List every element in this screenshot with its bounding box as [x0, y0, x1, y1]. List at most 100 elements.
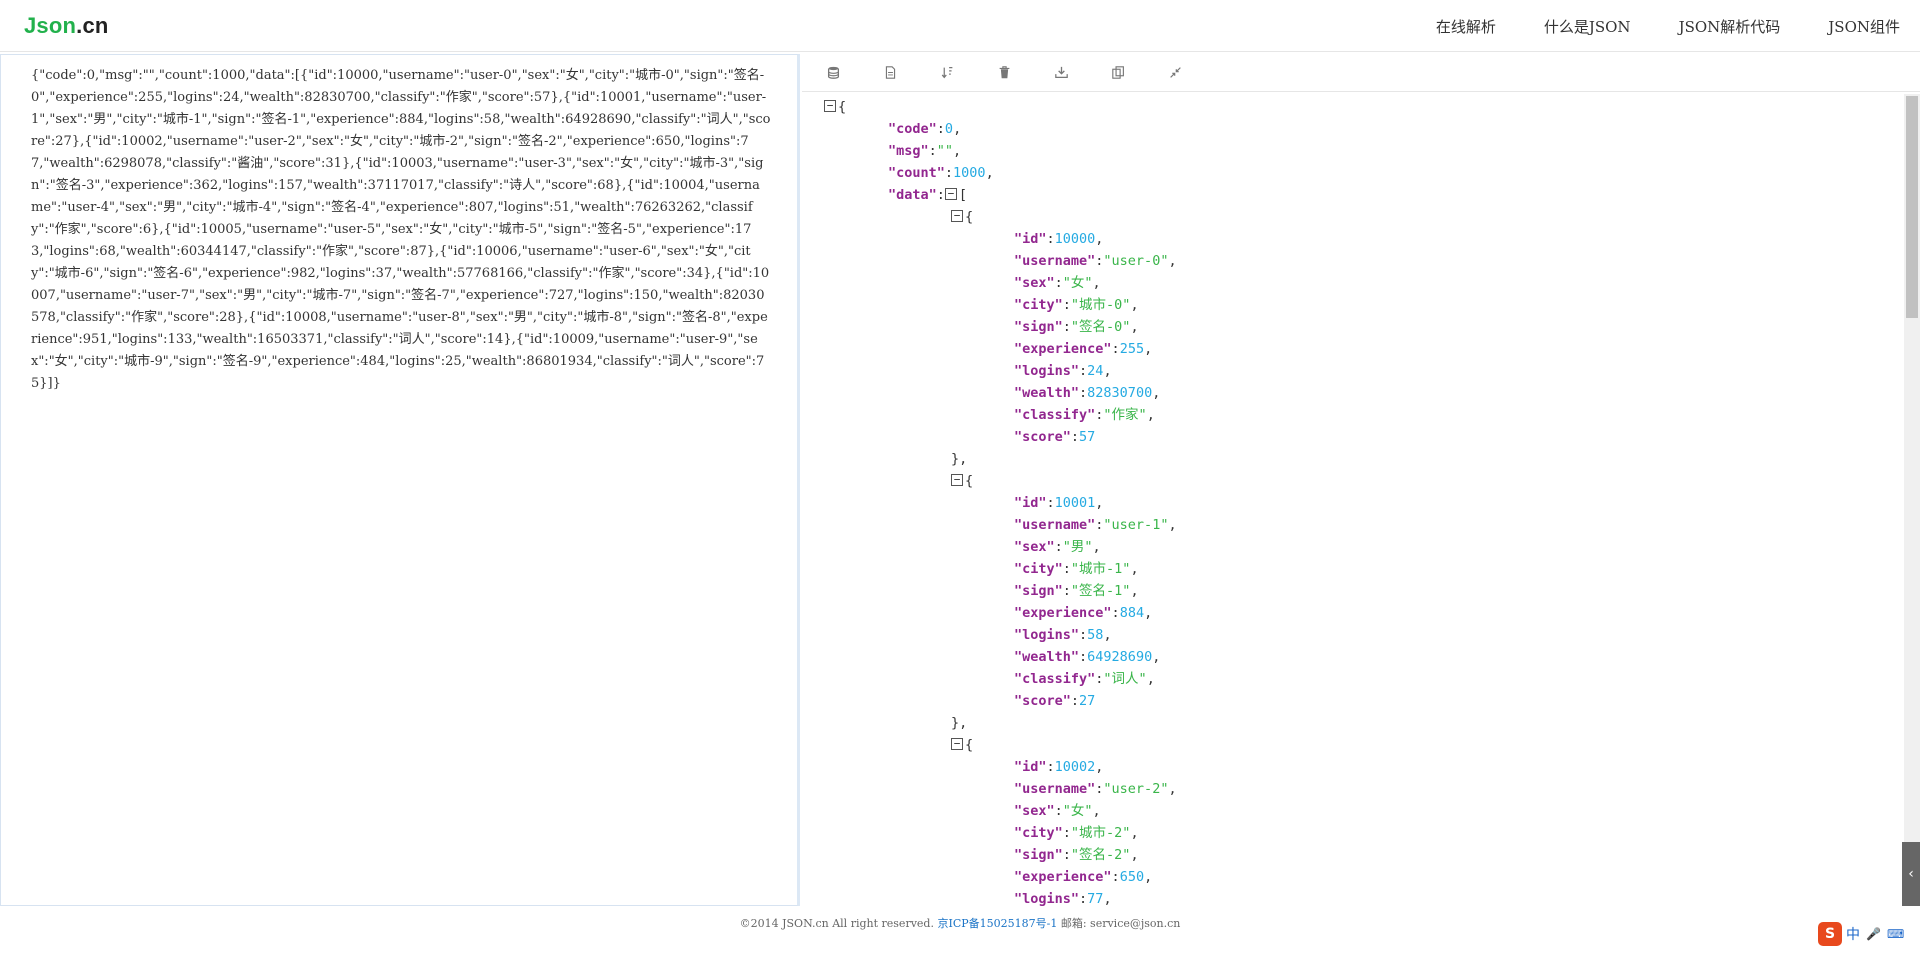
- json-comma: ,: [1144, 605, 1153, 621]
- json-key: "sex": [1014, 803, 1055, 819]
- tree-record-field: "sex":"女",: [1014, 800, 1101, 822]
- json-colon: :: [1111, 605, 1120, 621]
- json-key: "id": [1014, 759, 1047, 775]
- json-colon: :: [936, 121, 945, 137]
- json-colon: :: [1046, 759, 1055, 775]
- json-key: "sign": [1014, 319, 1063, 335]
- json-colon: :: [1111, 869, 1120, 885]
- json-key: "experience": [1014, 869, 1112, 885]
- compress-icon[interactable]: [1168, 65, 1183, 80]
- copy-icon[interactable]: [1111, 65, 1126, 80]
- tree-record-field: "username":"user-0",: [1014, 250, 1177, 272]
- collapse-toggle-icon[interactable]: −: [951, 738, 963, 750]
- json-comma: ,: [1168, 781, 1177, 797]
- json-key: "sign": [1014, 847, 1063, 863]
- site-logo[interactable]: Json.cn: [24, 13, 109, 39]
- json-comma: ,: [1092, 803, 1101, 819]
- json-key: "logins": [1014, 363, 1080, 379]
- collapse-toggle-icon[interactable]: −: [951, 474, 963, 486]
- tree-record-field: "sex":"女",: [1014, 272, 1101, 294]
- json-value: "user-0": [1103, 253, 1169, 269]
- json-key: "sign": [1014, 583, 1063, 599]
- json-key: "msg": [888, 143, 929, 159]
- json-colon: :: [1062, 319, 1071, 335]
- json-key: "data": [888, 187, 937, 203]
- site-footer: ©2014 JSON.cn All right reserved. 京ICP备1…: [0, 915, 1920, 931]
- sogou-ime-icon[interactable]: S: [1818, 922, 1842, 946]
- json-comma: ,: [1130, 847, 1139, 863]
- trash-icon[interactable]: [997, 65, 1012, 80]
- json-key: "id": [1014, 231, 1047, 247]
- json-key: "id": [1014, 495, 1047, 511]
- json-key: "city": [1014, 825, 1063, 841]
- ime-lang-indicator[interactable]: 中: [1846, 924, 1860, 944]
- json-key: "code": [888, 121, 937, 137]
- json-value: "词人": [1103, 671, 1147, 687]
- footer-icp-link[interactable]: 京ICP备15025187号-1: [937, 917, 1057, 930]
- tree-record-field: "sign":"签名-0",: [1014, 316, 1139, 338]
- tree-record-field: "logins":24,: [1014, 360, 1112, 382]
- json-view-panel: −{"code":0, "msg":"", "count":1000, "data":…: [802, 54, 1920, 906]
- json-brace: },: [951, 451, 968, 467]
- json-input-text[interactable]: {"code":0,"msg":"","count":1000,"data":[…: [31, 65, 771, 395]
- tree-record-field: "score":27: [1014, 690, 1095, 712]
- nav-what-is-json[interactable]: 什么是JSON: [1544, 16, 1631, 37]
- tree-record-field: "sign":"签名-1",: [1014, 580, 1139, 602]
- json-value: 82830700: [1087, 385, 1153, 401]
- json-colon: :: [1054, 539, 1063, 555]
- footer-copyright: ©2014 JSON.cn All right reserved.: [739, 917, 934, 930]
- collapse-toggle-icon[interactable]: −: [951, 210, 963, 222]
- sort-icon[interactable]: [940, 65, 955, 80]
- json-value: "签名-1": [1070, 583, 1131, 599]
- tree-scrollbar[interactable]: [1904, 94, 1920, 906]
- json-value: 10001: [1054, 495, 1096, 511]
- json-value: "": [936, 143, 954, 159]
- json-comma: ,: [1144, 341, 1153, 357]
- json-value: "女": [1062, 275, 1093, 291]
- json-colon: :: [1070, 693, 1080, 709]
- ime-toolbar[interactable]: S 中 🎤 ⌨: [1818, 922, 1910, 946]
- tree-record-field: "wealth":82830700,: [1014, 382, 1160, 404]
- json-bracket: [: [958, 187, 968, 203]
- json-value: 10000: [1054, 231, 1096, 247]
- json-comma: ,: [1130, 297, 1139, 313]
- tree-record-close: },: [951, 448, 967, 470]
- download-icon[interactable]: [1054, 65, 1069, 80]
- json-value: 255: [1119, 341, 1145, 357]
- keyboard-icon[interactable]: ⌨: [1887, 927, 1904, 941]
- json-colon: :: [1079, 363, 1088, 379]
- json-colon: :: [1046, 231, 1055, 247]
- json-colon: :: [1062, 825, 1071, 841]
- json-value: 57: [1079, 429, 1096, 445]
- json-value: "签名-2": [1070, 847, 1131, 863]
- microphone-icon[interactable]: 🎤: [1866, 927, 1881, 941]
- json-comma: ,: [1092, 539, 1101, 555]
- nav-json-code[interactable]: JSON解析代码: [1679, 16, 1781, 37]
- document-icon[interactable]: [883, 65, 898, 80]
- json-key: "sex": [1014, 539, 1055, 555]
- collapse-toggle-icon[interactable]: −: [824, 100, 836, 112]
- json-key: "logins": [1014, 627, 1080, 643]
- json-comma: ,: [1130, 825, 1139, 841]
- nav-online-parse[interactable]: 在线解析: [1436, 16, 1496, 37]
- json-value: "城市-1": [1070, 561, 1131, 577]
- json-input-panel[interactable]: {"code":0,"msg":"","count":1000,"data":[…: [0, 54, 800, 906]
- json-value: 24: [1087, 363, 1104, 379]
- collapse-toggle-icon[interactable]: −: [944, 188, 957, 200]
- side-collapse-tab[interactable]: ‹: [1902, 842, 1920, 906]
- json-value: 650: [1119, 869, 1145, 885]
- json-tree-view: −{"code":0, "msg":"", "count":1000, "data":…: [802, 94, 1900, 906]
- tree-record-field: "id":10002,: [1014, 756, 1103, 778]
- tree-record-field: "wealth":64928690,: [1014, 646, 1160, 668]
- database-icon[interactable]: [826, 65, 841, 80]
- json-comma: ,: [1092, 275, 1101, 291]
- scrollbar-thumb[interactable]: [1906, 96, 1918, 318]
- json-value: 58: [1087, 627, 1104, 643]
- json-key: "sex": [1014, 275, 1055, 291]
- json-comma: ,: [1103, 891, 1112, 906]
- json-colon: :: [1111, 341, 1120, 357]
- json-value: "user-2": [1103, 781, 1169, 797]
- nav-json-components[interactable]: JSON组件: [1828, 16, 1900, 37]
- json-value: "男": [1062, 539, 1093, 555]
- json-comma: ,: [1152, 649, 1161, 665]
